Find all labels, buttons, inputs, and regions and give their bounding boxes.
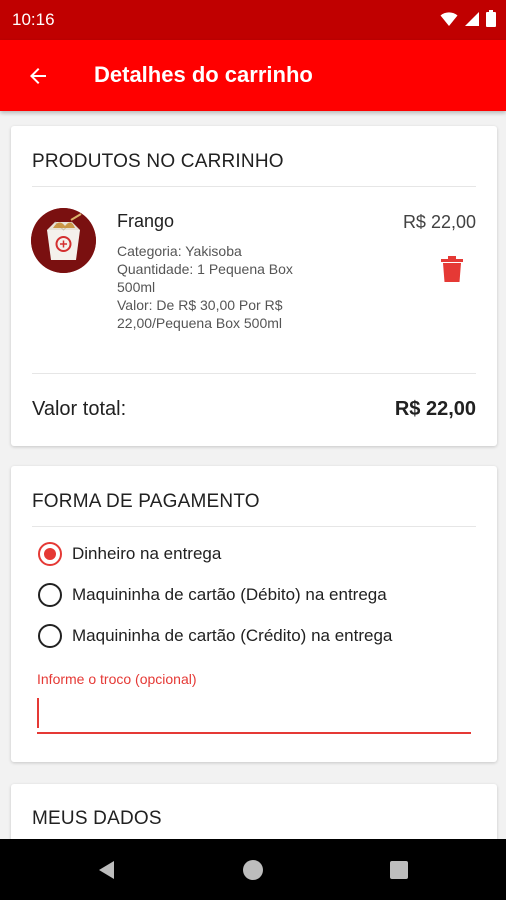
divider [32, 526, 476, 527]
app-bar: Detalhes do carrinho [0, 40, 506, 111]
product-name: Frango [117, 211, 175, 231]
arrow-back-icon [30, 68, 46, 84]
payment-card: FORMA DE PAGAMENTO Dinheiro na entrega M… [11, 466, 497, 762]
payment-option-credito[interactable]: Maquininha de cartão (Crédito) na entreg… [38, 624, 392, 648]
radio-button[interactable] [38, 583, 62, 607]
cart-section-title: PRODUTOS NO CARRINHO [32, 151, 284, 172]
back-button[interactable] [20, 58, 56, 94]
page-title: Detalhes do carrinho [94, 62, 313, 87]
home-circle-icon [243, 860, 263, 880]
product-category: Categoria: Yakisoba [117, 243, 242, 259]
payment-option-label: Dinheiro na entrega [72, 544, 222, 563]
total-value: R$ 22,00 [394, 398, 476, 420]
product-price: R$ 22,00 [402, 212, 476, 232]
product-details: Categoria: Yakisoba Quantidade: 1 Pequen… [117, 242, 297, 332]
product-value: Valor: De R$ 30,00 Por R$ 22,00/Pequena … [117, 297, 283, 331]
signal-icon [465, 11, 479, 26]
nav-recents-button[interactable] [386, 857, 412, 883]
system-nav-bar [0, 839, 506, 900]
trash-icon [441, 256, 463, 282]
product-quantity: Quantidade: 1 Pequena Box 500ml [117, 261, 293, 295]
recents-square-icon [390, 861, 408, 879]
nav-home-button[interactable] [240, 857, 266, 883]
my-data-section-title: MEUS DADOS [32, 808, 162, 829]
cart-card: PRODUTOS NO CARRINHO Frango R$ 22,00 Cat… [11, 126, 497, 446]
status-icons [440, 10, 496, 27]
radio-button[interactable] [38, 624, 62, 648]
troco-field-label: Informe o troco (opcional) [37, 671, 197, 687]
product-thumbnail [31, 208, 96, 273]
nav-back-button[interactable] [94, 857, 120, 883]
delete-item-button[interactable] [441, 256, 463, 282]
content-scroll[interactable]: PRODUTOS NO CARRINHO Frango R$ 22,00 Cat… [0, 111, 506, 839]
troco-input[interactable] [37, 694, 471, 734]
status-time: 10:16 [12, 10, 55, 29]
battery-icon [486, 10, 496, 27]
text-cursor [37, 698, 39, 728]
payment-section-title: FORMA DE PAGAMENTO [32, 491, 260, 512]
back-triangle-icon [99, 861, 114, 879]
takeout-box-icon [31, 208, 96, 273]
status-bar: 10:16 [0, 0, 506, 40]
divider [32, 373, 476, 374]
payment-option-debito[interactable]: Maquininha de cartão (Débito) na entrega [38, 583, 387, 607]
divider [32, 186, 476, 187]
payment-option-label: Maquininha de cartão (Débito) na entrega [72, 585, 387, 604]
total-label: Valor total: [32, 398, 127, 420]
wifi-icon [440, 11, 458, 26]
payment-option-label: Maquininha de cartão (Crédito) na entreg… [72, 626, 393, 645]
my-data-card: MEUS DADOS [11, 784, 497, 839]
radio-button-checked[interactable] [38, 542, 62, 566]
payment-option-dinheiro[interactable]: Dinheiro na entrega [38, 542, 221, 566]
